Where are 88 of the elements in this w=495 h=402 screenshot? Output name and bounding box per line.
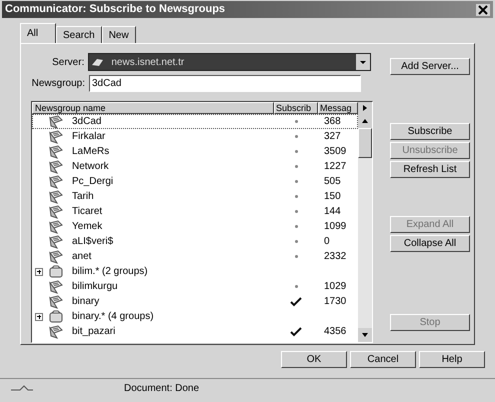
tab[interactable]: Search [56,26,102,43]
message-count: 327 [324,131,341,142]
newsgroup-name: Tarih [72,190,94,204]
newsgroup-row[interactable]: Network 1227 [32,159,358,174]
newsgroup-field[interactable]: 3dCad [89,74,361,92]
message-count: 1029 [324,281,346,292]
newsgroup-name: aLI$veri$ [72,235,114,249]
tab[interactable]: New [102,26,136,43]
message-count: 3509 [324,146,346,157]
newsgroup-name: bit_pazari [72,325,116,339]
newsgroup-row[interactable]: bilim.* (2 groups) [32,264,358,279]
newsgroup-row[interactable]: Firkalar 327 [32,129,358,144]
dialog-button[interactable]: Refresh List [390,161,470,178]
newspaper-icon [48,160,64,174]
newsgroup-name: Yemek [72,220,102,234]
column-header[interactable]: Subscrib [274,102,318,114]
newsgroup-row[interactable]: bit_pazari 4356 [32,324,358,339]
newsgroup-name: Pc_Dergi [72,175,114,189]
check-icon[interactable] [290,326,302,336]
close-icon[interactable] [476,4,490,16]
dialog-button[interactable]: Help [419,351,485,368]
dialog-button[interactable]: Add Server... [390,58,470,75]
message-count: 2332 [324,251,346,262]
newspaper-icon [48,250,64,264]
folder-icon [48,310,64,324]
newspaper-icon [48,234,64,248]
newsgroup-row[interactable]: bilimkurgu 1029 [32,279,358,294]
newsgroup-name: anet [72,250,92,264]
window-title: Communicator: Subscribe to Newsgroups [5,2,226,18]
message-count: 1227 [324,161,346,172]
newsgroup-name: 3dCad [72,115,102,129]
expand-icon[interactable] [35,268,43,276]
scroll-thumb[interactable] [358,128,372,158]
check-icon[interactable] [290,296,302,306]
newsgroup-name: LaMeRs [72,145,110,159]
status-text: Document: Done [124,382,200,396]
newsgroup-row[interactable]: aLI$veri$ 0 [32,234,358,249]
dialog-button[interactable]: Collapse All [390,235,470,252]
newsgroup-name: Ticaret [72,205,102,219]
server-value: news.isnet.net.tr [111,56,186,70]
newsgroup-name: bilimkurgu [72,280,118,294]
message-count: 144 [324,206,341,217]
newspaper-icon [48,220,64,234]
newsgroup-row[interactable]: binary.* (4 groups) [32,309,358,324]
newsgroup-row[interactable]: binary 1730 [32,294,358,309]
newspaper-icon [48,294,64,308]
newsgroup-row[interactable]: anet 2332 [32,249,358,264]
newsgroup-name: Network [72,160,109,174]
newspaper-icon [48,130,64,144]
dialog-button[interactable]: Cancel [350,351,416,368]
message-count: 368 [324,116,341,127]
message-count: 1730 [324,296,346,307]
expand-icon[interactable] [35,312,43,320]
newspaper-icon [48,144,64,158]
newsgroup-row[interactable]: Tarih 150 [32,189,358,204]
message-count: 0 [324,236,330,247]
message-count: 1099 [324,221,346,232]
message-count: 150 [324,191,341,202]
newsgroup-row[interactable]: 3dCad 368 [32,114,358,129]
scroll-up-icon[interactable] [358,114,372,128]
dialog-button[interactable]: Subscribe [390,123,470,140]
newsgroup-name: bilim.* (2 groups) [72,265,148,279]
newsgroup-name: binary.* (4 groups) [72,310,154,324]
newsgroup-row[interactable]: LaMeRs 3509 [32,144,358,159]
newsgroup-row[interactable]: Ticaret 144 [32,204,358,219]
newspaper-icon [48,190,64,204]
column-picker-icon[interactable] [358,102,372,114]
newspaper-icon [48,280,64,294]
column-header[interactable]: Newsgroup name [32,102,274,114]
column-header[interactable]: Messag [318,102,358,114]
newsgroup-name: Firkalar [72,130,106,144]
message-count: 4356 [324,326,346,337]
scrollbar[interactable] [358,114,372,342]
message-count: 505 [324,176,341,187]
scroll-down-icon[interactable] [358,328,372,342]
newsgroup-label: Newsgroup: [31,76,86,90]
dialog-button[interactable]: OK [281,351,347,368]
newspaper-icon [48,204,64,218]
server-label: Server: [51,56,86,70]
folder-icon [48,264,64,278]
newsgroup-row[interactable]: Yemek 1099 [32,219,358,234]
server-dropdown[interactable]: news.isnet.net.tr [88,53,371,71]
newsgroup-row[interactable]: Pc_Dergi 505 [32,174,358,189]
newspaper-icon [48,174,64,188]
newspaper-icon [48,324,64,338]
tab[interactable]: All [20,23,56,43]
newsgroup-name: binary [72,295,100,309]
newspaper-icon [48,114,64,128]
